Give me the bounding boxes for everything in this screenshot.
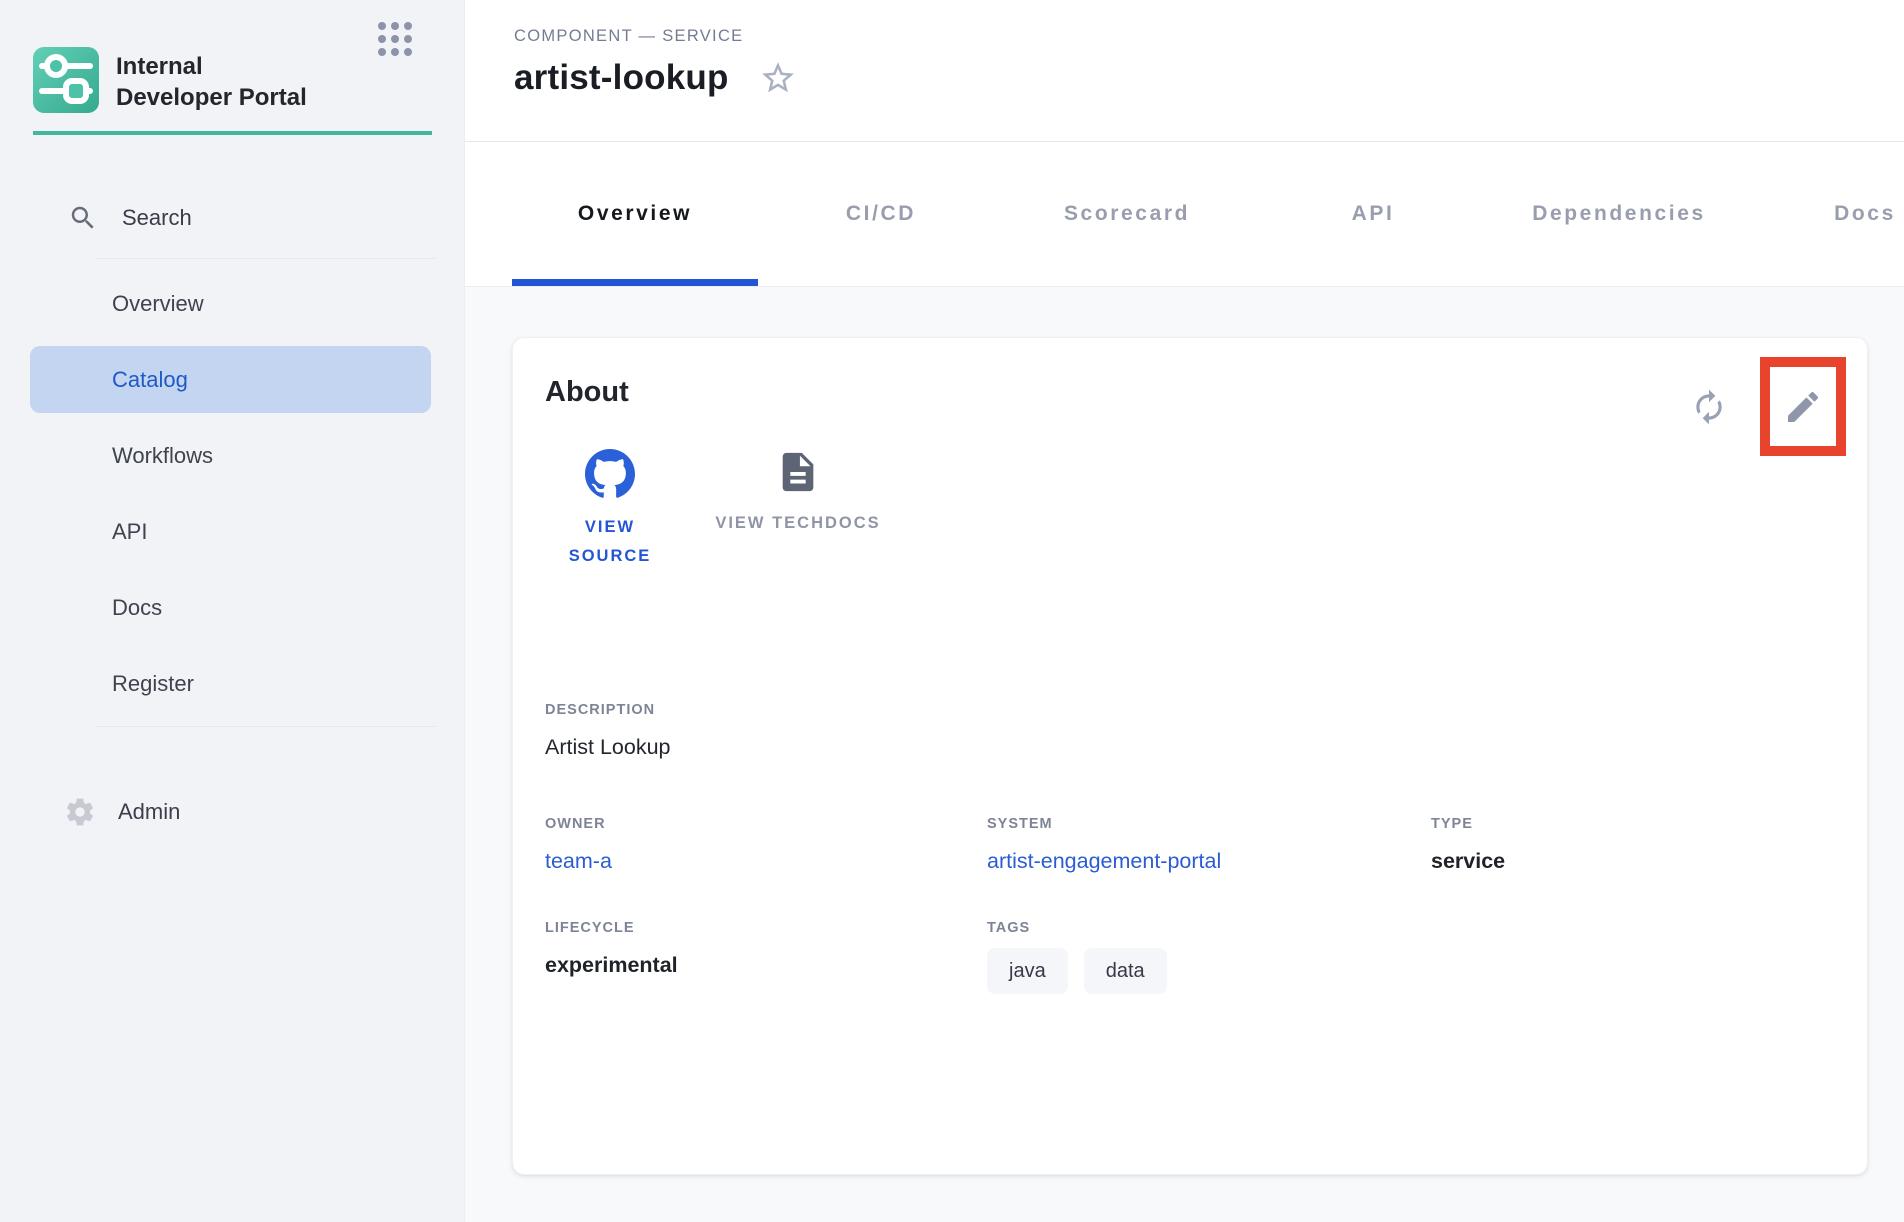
sidebar-item-register[interactable]: Register (30, 650, 431, 717)
sidebar-item-label: API (112, 519, 147, 545)
pencil-icon (1783, 387, 1823, 427)
sidebar-brand-divider (33, 131, 432, 135)
tag-chip[interactable]: java (987, 948, 1068, 994)
tab-label: API (1352, 202, 1395, 226)
tab-api[interactable]: API (1250, 142, 1496, 286)
tab-docs[interactable]: Docs (1742, 142, 1904, 286)
page-title: artist-lookup (514, 58, 729, 98)
lifecycle-value: experimental (545, 953, 987, 978)
sidebar-item-overview[interactable]: Overview (30, 270, 431, 337)
tags-field: TAGS java data (987, 920, 1835, 994)
github-icon (585, 449, 635, 499)
system-link[interactable]: artist-engagement-portal (987, 849, 1221, 873)
sidebar-divider (95, 258, 436, 259)
edit-button[interactable] (1783, 387, 1823, 427)
tags-label: TAGS (987, 920, 1835, 936)
description-field: DESCRIPTION Artist Lookup (545, 702, 1835, 760)
view-source-link[interactable]: VIEW SOURCE (545, 449, 675, 571)
about-card: About VIEW SOURCE VIEW TECHDOCS DESCRIPT… (512, 337, 1868, 1175)
sidebar-item-workflows[interactable]: Workflows (30, 422, 431, 489)
sidebar: Internal Developer Portal Search Overvie… (0, 0, 465, 1222)
sidebar-item-label: Docs (112, 595, 162, 621)
description-label: DESCRIPTION (545, 702, 1835, 718)
sidebar-nav: Overview Catalog Workflows API Docs Regi… (0, 270, 464, 717)
tab-label: CI/CD (846, 202, 916, 226)
breadcrumb: COMPONENT — SERVICE (514, 27, 1904, 46)
tab-label: Scorecard (1064, 202, 1190, 226)
description-value: Artist Lookup (545, 735, 1835, 760)
sidebar-search-label: Search (122, 205, 192, 231)
tab-label: Overview (578, 202, 692, 226)
owner-label: OWNER (545, 816, 987, 832)
view-techdocs-link[interactable]: VIEW TECHDOCS (713, 449, 883, 571)
view-source-label: VIEW SOURCE (545, 513, 675, 571)
document-icon (775, 449, 821, 495)
system-field: SYSTEM artist-engagement-portal (987, 816, 1431, 874)
content-area: About VIEW SOURCE VIEW TECHDOCS DESCRIPT… (465, 287, 1904, 1222)
annotation-highlight-box (1760, 357, 1846, 456)
star-outline-icon (759, 59, 797, 97)
sidebar-item-label: Register (112, 671, 194, 697)
sidebar-item-catalog[interactable]: Catalog (30, 346, 431, 413)
tab-label: Docs (1834, 202, 1896, 226)
apps-grid-icon[interactable] (378, 22, 412, 56)
lifecycle-label: LIFECYCLE (545, 920, 987, 936)
tab-dependencies[interactable]: Dependencies (1496, 142, 1742, 286)
sidebar-logo-row: Internal Developer Portal (0, 0, 464, 113)
view-techdocs-label: VIEW TECHDOCS (715, 509, 880, 538)
system-label: SYSTEM (987, 816, 1431, 832)
app-logo-icon (33, 47, 99, 113)
type-field: TYPE service (1431, 816, 1835, 874)
tab-ci-cd[interactable]: CI/CD (758, 142, 1004, 286)
tab-label: Dependencies (1532, 202, 1706, 226)
sidebar-item-label: Catalog (112, 367, 188, 393)
tab-scorecard[interactable]: Scorecard (1004, 142, 1250, 286)
type-value: service (1431, 849, 1835, 874)
owner-field: OWNER team-a (545, 816, 987, 874)
sidebar-divider (95, 726, 436, 727)
sidebar-item-label: Overview (112, 291, 204, 317)
active-tab-underline (512, 279, 758, 287)
sidebar-item-label: Workflows (112, 443, 213, 469)
sidebar-item-api[interactable]: API (30, 498, 431, 565)
tag-chip[interactable]: data (1084, 948, 1167, 994)
refresh-button[interactable] (1690, 388, 1728, 426)
sidebar-item-docs[interactable]: Docs (30, 574, 431, 641)
owner-link[interactable]: team-a (545, 849, 612, 873)
gear-icon (64, 796, 96, 828)
card-title: About (545, 338, 1835, 409)
sidebar-admin-label: Admin (118, 799, 180, 825)
search-icon (68, 203, 98, 233)
tab-overview[interactable]: Overview (512, 142, 758, 286)
entity-header: COMPONENT — SERVICE artist-lookup (465, 0, 1904, 142)
app-title: Internal Developer Portal (116, 51, 316, 113)
sidebar-item-admin[interactable]: Admin (0, 778, 464, 845)
favorite-star-button[interactable] (759, 59, 797, 97)
sidebar-item-search[interactable]: Search (0, 184, 464, 251)
entity-tabbar: Overview CI/CD Scorecard API Dependencie… (465, 142, 1904, 287)
lifecycle-field: LIFECYCLE experimental (545, 920, 987, 994)
main-area: COMPONENT — SERVICE artist-lookup Overvi… (465, 0, 1904, 1222)
type-label: TYPE (1431, 816, 1835, 832)
refresh-icon (1690, 388, 1728, 426)
